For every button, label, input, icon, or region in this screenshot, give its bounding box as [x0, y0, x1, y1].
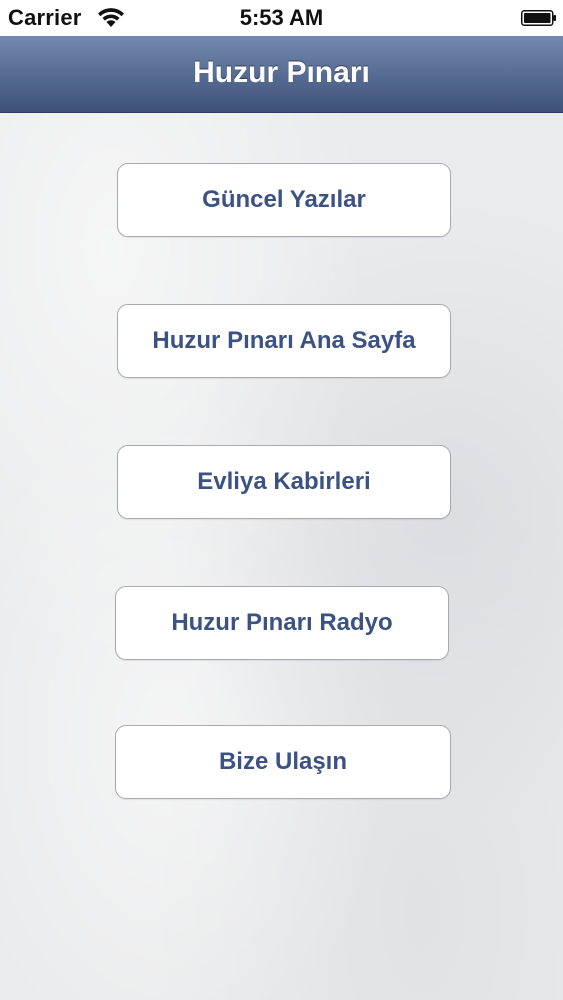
- evliya-kabirleri-button[interactable]: Evliya Kabirleri: [117, 445, 451, 519]
- status-time: 5:53 AM: [239, 5, 324, 30]
- menu-button-label: Evliya Kabirleri: [197, 468, 371, 495]
- ana-sayfa-button[interactable]: Huzur Pınarı Ana Sayfa: [117, 304, 451, 378]
- battery-icon: [521, 10, 556, 26]
- bize-ulasin-button[interactable]: Bize Ulaşın: [115, 725, 451, 799]
- menu-button-label: Bize Ulaşın: [218, 748, 348, 775]
- main-content: Güncel Yazılar Huzur Pınarı Ana Sayfa Ev…: [0, 113, 563, 1000]
- radyo-button[interactable]: Huzur Pınarı Radyo: [115, 586, 449, 660]
- guncel-yazilar-button[interactable]: Güncel Yazılar: [117, 163, 451, 237]
- menu-button-label: Güncel Yazılar: [202, 186, 366, 213]
- menu-button-label: Huzur Pınarı Ana Sayfa: [152, 327, 416, 354]
- navigation-bar: Huzur Pınarı: [0, 36, 563, 113]
- status-bar: Carrier 5:53 AM: [0, 0, 563, 36]
- nav-title: Huzur Pınarı: [193, 56, 370, 89]
- menu-button-label: Huzur Pınarı Radyo: [171, 609, 393, 636]
